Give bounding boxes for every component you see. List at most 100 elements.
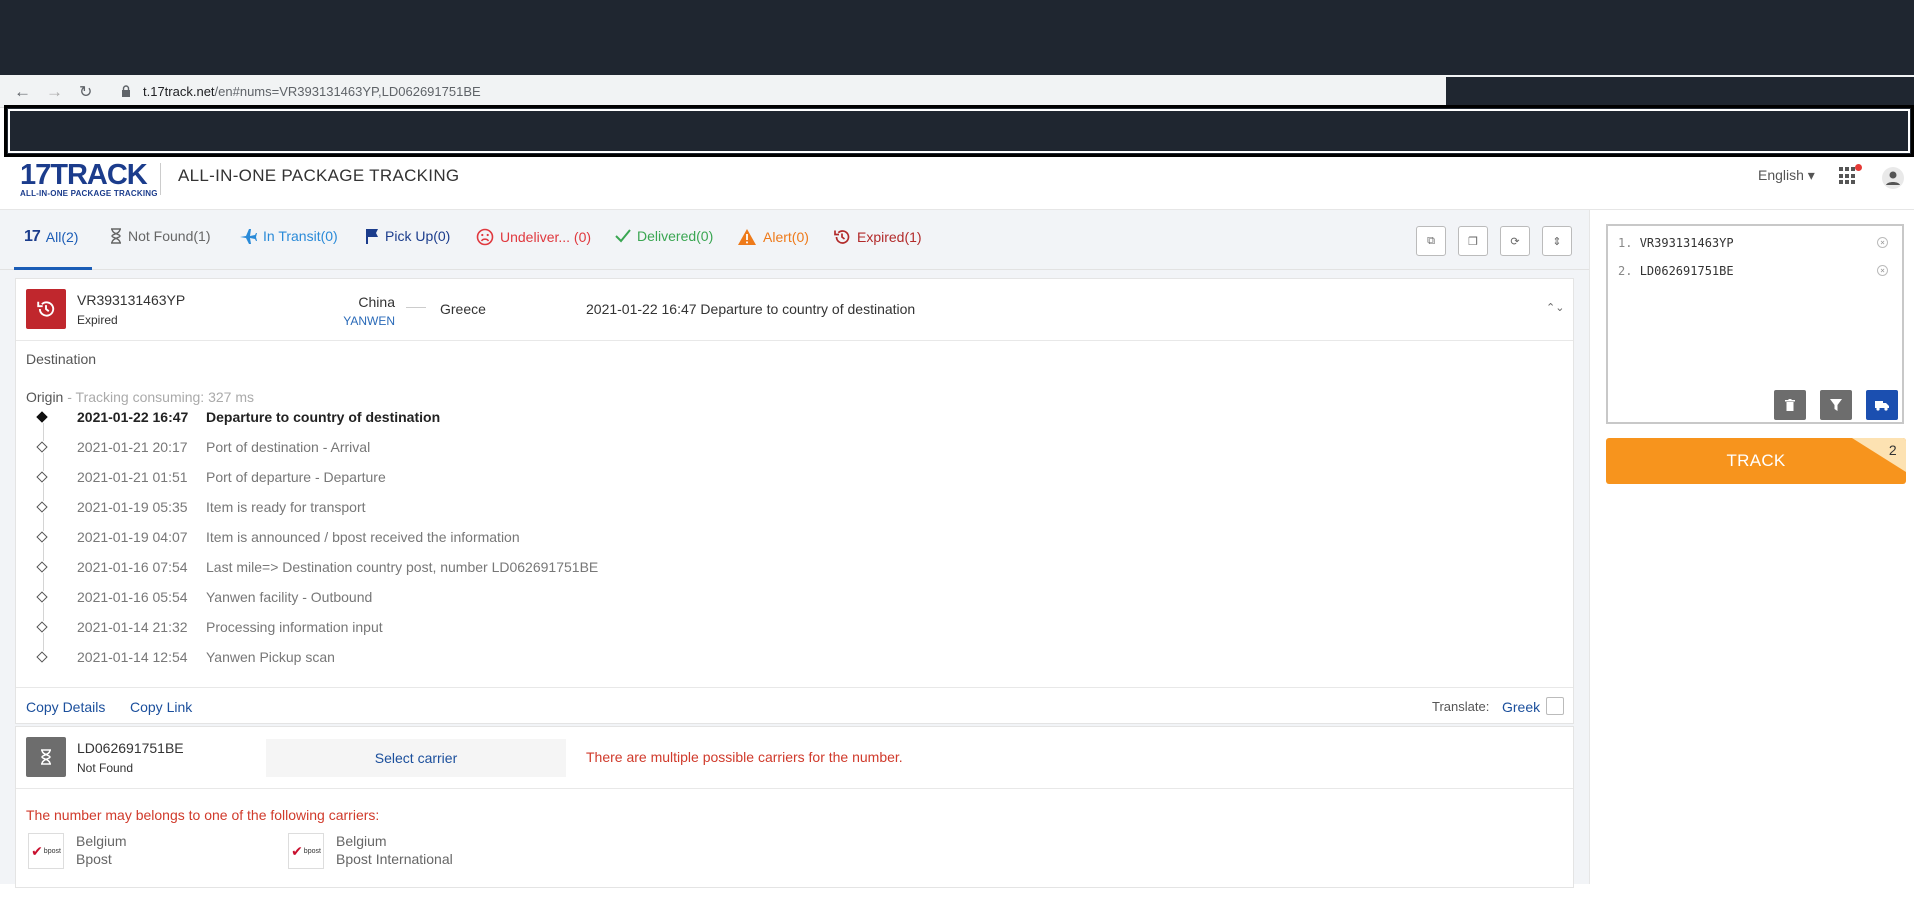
logo-17track[interactable]: 17TRACK ALL-IN-ONE PACKAGE TRACKING bbox=[20, 159, 158, 198]
timeline-event: 2021-01-16 05:54 Yanwen facility - Outbou… bbox=[26, 589, 1526, 621]
copy-details-link[interactable]: Copy Details bbox=[26, 699, 105, 715]
diamond-icon bbox=[36, 471, 48, 483]
lock-icon bbox=[122, 85, 130, 97]
tab-all[interactable]: 17 All(2) bbox=[24, 228, 78, 246]
timeline-event: 2021-01-21 20:17 Port of destination - Ar… bbox=[26, 439, 1526, 471]
diamond-icon bbox=[36, 561, 48, 573]
diamond-icon bbox=[36, 411, 48, 423]
tab-label: Alert(0) bbox=[763, 229, 809, 245]
logo-subtext: ALL-IN-ONE PACKAGE TRACKING bbox=[20, 189, 158, 198]
bpost-logo: ✔ bpost bbox=[28, 833, 64, 869]
tab-not-found[interactable]: Not Found(1) bbox=[110, 228, 210, 244]
select-carrier-button[interactable]: Select carrier bbox=[266, 739, 566, 777]
tab-label: All(2) bbox=[45, 229, 79, 245]
package-actions-bar: Copy Details Copy Link Translate: Greek bbox=[16, 687, 1573, 725]
carrier-name: Bpost bbox=[76, 851, 112, 867]
tracking-number[interactable]: VR393131463YP bbox=[77, 292, 185, 308]
tab-undelivered[interactable]: Undeliver... (0) bbox=[476, 228, 591, 246]
origin-section-label: Origin - Tracking consuming: 327 ms bbox=[26, 389, 254, 405]
arrow-left-icon[interactable]: ← bbox=[14, 82, 31, 102]
tab-pick-up[interactable]: Pick Up(0) bbox=[365, 228, 450, 244]
airplane-icon bbox=[240, 229, 257, 244]
diamond-icon bbox=[36, 441, 48, 453]
redacted-bookmarks-bar bbox=[4, 105, 1914, 157]
os-top-bar bbox=[0, 0, 1914, 75]
translate-language-link[interactable]: Greek bbox=[1502, 699, 1540, 715]
timeline-event: 2021-01-19 05:35 Item is ready for transp… bbox=[26, 499, 1526, 531]
collapse-icon[interactable]: ⌃⌄ bbox=[1546, 301, 1564, 314]
results-panel: 17 All(2) Not Found(1) In Transit(0) Pic… bbox=[0, 210, 1589, 888]
timeline-event: 2021-01-19 04:07 Item is announced / bpos… bbox=[26, 529, 1526, 561]
timeline-event: 2021-01-14 12:54 Yanwen Pickup scan bbox=[26, 649, 1526, 679]
tab-expired[interactable]: Expired(1) bbox=[833, 228, 922, 246]
package-card-2: LD062691751BE Not Found Select carrier T… bbox=[15, 726, 1574, 888]
copy-all-icon[interactable]: ❐ bbox=[1458, 226, 1488, 256]
tracking-input-panel: 1. VR393131463YP × 2. LD062691751BE × TR… bbox=[1589, 210, 1914, 884]
hourglass-icon bbox=[111, 228, 121, 244]
destination-section-label: Destination bbox=[26, 351, 97, 367]
diamond-icon bbox=[36, 651, 48, 663]
apps-grid-icon[interactable] bbox=[1839, 167, 1857, 185]
reload-icon[interactable]: ↻ bbox=[79, 82, 92, 102]
package-status: Expired bbox=[77, 313, 118, 327]
copy-link-link[interactable]: Copy Link bbox=[130, 699, 192, 715]
user-avatar-icon[interactable] bbox=[1882, 167, 1904, 189]
package-summary-row[interactable]: VR393131463YP Expired China YANWEN Greec… bbox=[16, 279, 1573, 341]
bpost-logo: ✔ bpost bbox=[288, 833, 324, 869]
translate-label: Translate: bbox=[1432, 699, 1490, 714]
timeline-event: 2021-01-22 16:47 Departure to country of … bbox=[26, 409, 1526, 441]
warning-icon bbox=[738, 229, 756, 245]
tab-delivered[interactable]: Delivered(0) bbox=[615, 228, 713, 244]
tracking-consuming-note: - Tracking consuming: 327 ms bbox=[63, 389, 254, 405]
diamond-icon bbox=[36, 501, 48, 513]
expand-collapse-icon[interactable]: ⇕ bbox=[1542, 226, 1572, 256]
tab-in-transit[interactable]: In Transit(0) bbox=[239, 228, 338, 244]
remove-number-icon[interactable]: × bbox=[1877, 265, 1888, 276]
track-button[interactable]: TRACK 2 bbox=[1606, 438, 1906, 484]
flag-icon bbox=[366, 229, 378, 244]
package-card-1: VR393131463YP Expired China YANWEN Greec… bbox=[15, 278, 1574, 724]
filter-icon[interactable] bbox=[1820, 390, 1852, 420]
browser-address-bar: ← → ↻ t.17track.net/en#nums=VR393131463Y… bbox=[0, 75, 1914, 108]
track-label: TRACK bbox=[1726, 451, 1786, 470]
status-tabs: 17 All(2) Not Found(1) In Transit(0) Pic… bbox=[0, 210, 1589, 270]
logo-text: 17TRACK bbox=[20, 159, 148, 191]
17-logo-icon: 17 bbox=[24, 228, 41, 245]
route-arrow-icon bbox=[406, 307, 426, 308]
diamond-icon bbox=[36, 531, 48, 543]
tracking-number[interactable]: LD062691751BE bbox=[77, 740, 184, 756]
tab-label: Undeliver... (0) bbox=[500, 229, 592, 245]
tab-label: Not Found(1) bbox=[128, 228, 211, 244]
input-line[interactable]: 2. LD062691751BE × bbox=[1618, 264, 1888, 278]
carrier-truck-icon[interactable] bbox=[1866, 390, 1898, 420]
translate-checkbox[interactable] bbox=[1546, 697, 1564, 715]
history-icon bbox=[834, 230, 850, 244]
multiple-carriers-warning: There are multiple possible carriers for… bbox=[586, 749, 903, 765]
refresh-icon[interactable]: ⟳ bbox=[1500, 226, 1530, 256]
language-selector[interactable]: English ▾ bbox=[1758, 167, 1815, 184]
tab-label: Pick Up(0) bbox=[385, 228, 451, 244]
carrier-name: Bpost International bbox=[336, 851, 453, 867]
carrier-name[interactable]: YANWEN bbox=[343, 314, 395, 328]
arrow-right-icon[interactable]: → bbox=[46, 82, 63, 102]
timeline-event: 2021-01-21 01:51 Port of departure - Depa… bbox=[26, 469, 1526, 501]
input-line[interactable]: 1. VR393131463YP × bbox=[1618, 236, 1888, 250]
destination-country: Greece bbox=[440, 301, 486, 317]
package-summary-row[interactable]: LD062691751BE Not Found Select carrier T… bbox=[16, 727, 1573, 789]
track-count-badge: 2 bbox=[1888, 442, 1897, 458]
expired-status-icon bbox=[26, 289, 66, 329]
remove-number-icon[interactable]: × bbox=[1877, 237, 1888, 248]
carrier-country: Belgium bbox=[76, 833, 127, 849]
tab-alert[interactable]: Alert(0) bbox=[737, 228, 809, 246]
copy-icon[interactable]: ⧉ bbox=[1416, 226, 1446, 256]
package-status: Not Found bbox=[77, 761, 134, 775]
url-text[interactable]: t.17track.net/en#nums=VR393131463YP,LD06… bbox=[143, 84, 481, 99]
tab-label: In Transit(0) bbox=[263, 228, 338, 244]
not-found-status-icon bbox=[26, 737, 66, 777]
check-icon bbox=[615, 229, 631, 243]
trash-icon[interactable] bbox=[1774, 390, 1806, 420]
sad-face-icon bbox=[476, 228, 494, 246]
tracking-numbers-textarea[interactable]: 1. VR393131463YP × 2. LD062691751BE × bbox=[1606, 224, 1904, 424]
tab-label: Delivered(0) bbox=[637, 228, 714, 244]
page-title: ALL-IN-ONE PACKAGE TRACKING bbox=[178, 166, 460, 185]
